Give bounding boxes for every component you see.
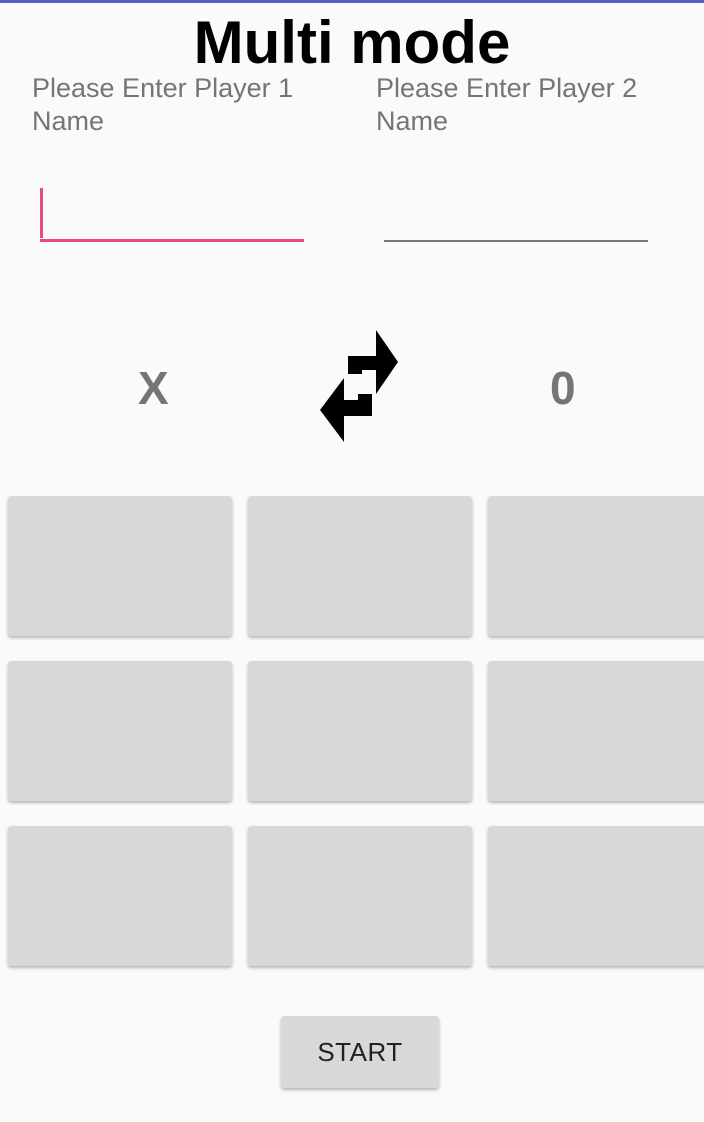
player1-symbol: X [138, 362, 169, 414]
start-button[interactable]: START [281, 1016, 439, 1088]
status-bar-accent [0, 0, 704, 3]
board-cell-6[interactable] [488, 661, 704, 801]
board-cell-9[interactable] [488, 826, 704, 966]
board-cell-7[interactable] [8, 826, 232, 966]
player2-name-label: Please Enter Player 2 Name [376, 73, 638, 136]
board-cell-4[interactable] [8, 661, 232, 801]
board-cell-1[interactable] [8, 496, 232, 636]
arrow-left-shape [320, 378, 372, 442]
player2-symbol: 0 [550, 362, 576, 414]
player1-name-input[interactable] [40, 180, 304, 242]
board-cell-8[interactable] [248, 826, 472, 966]
board-cell-3[interactable] [488, 496, 704, 636]
text-cursor [40, 188, 43, 238]
player2-name-input[interactable] [384, 180, 648, 242]
board-cell-2[interactable] [248, 496, 472, 636]
swap-arrows-icon[interactable] [318, 328, 402, 444]
board-cell-5[interactable] [248, 661, 472, 801]
page-title: Multi mode [193, 9, 511, 76]
player1-name-label: Please Enter Player 1 Name [32, 73, 294, 136]
arrow-right-shape [348, 330, 398, 394]
